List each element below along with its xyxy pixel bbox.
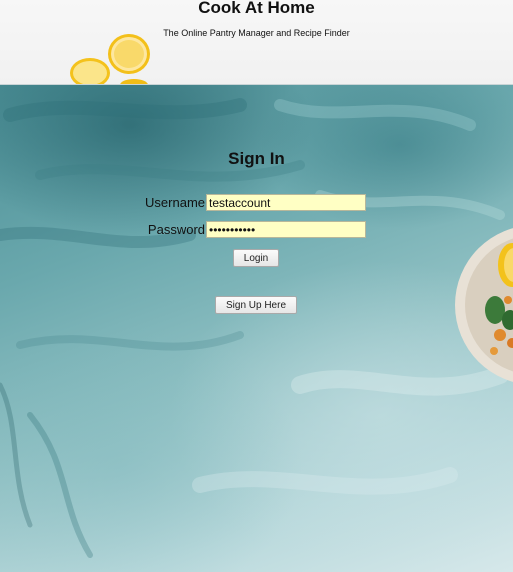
- plate-image: [455, 228, 513, 382]
- signin-heading: Sign In: [228, 149, 285, 168]
- password-label: Password: [147, 222, 205, 237]
- signin-area: Sign In Username Password Login Sign Up …: [0, 85, 513, 572]
- signup-button[interactable]: Sign Up Here: [215, 296, 297, 314]
- password-input[interactable]: [206, 221, 366, 238]
- login-button[interactable]: Login: [233, 249, 279, 267]
- site-title: Cook At Home: [198, 0, 315, 17]
- username-row: Username: [0, 194, 513, 212]
- site-subtitle: The Online Pantry Manager and Recipe Fin…: [163, 28, 350, 38]
- username-label: Username: [145, 195, 205, 210]
- username-input[interactable]: [206, 194, 366, 211]
- site-header: Cook At Home The Online Pantry Manager a…: [0, 0, 513, 85]
- password-row: Password: [0, 221, 513, 239]
